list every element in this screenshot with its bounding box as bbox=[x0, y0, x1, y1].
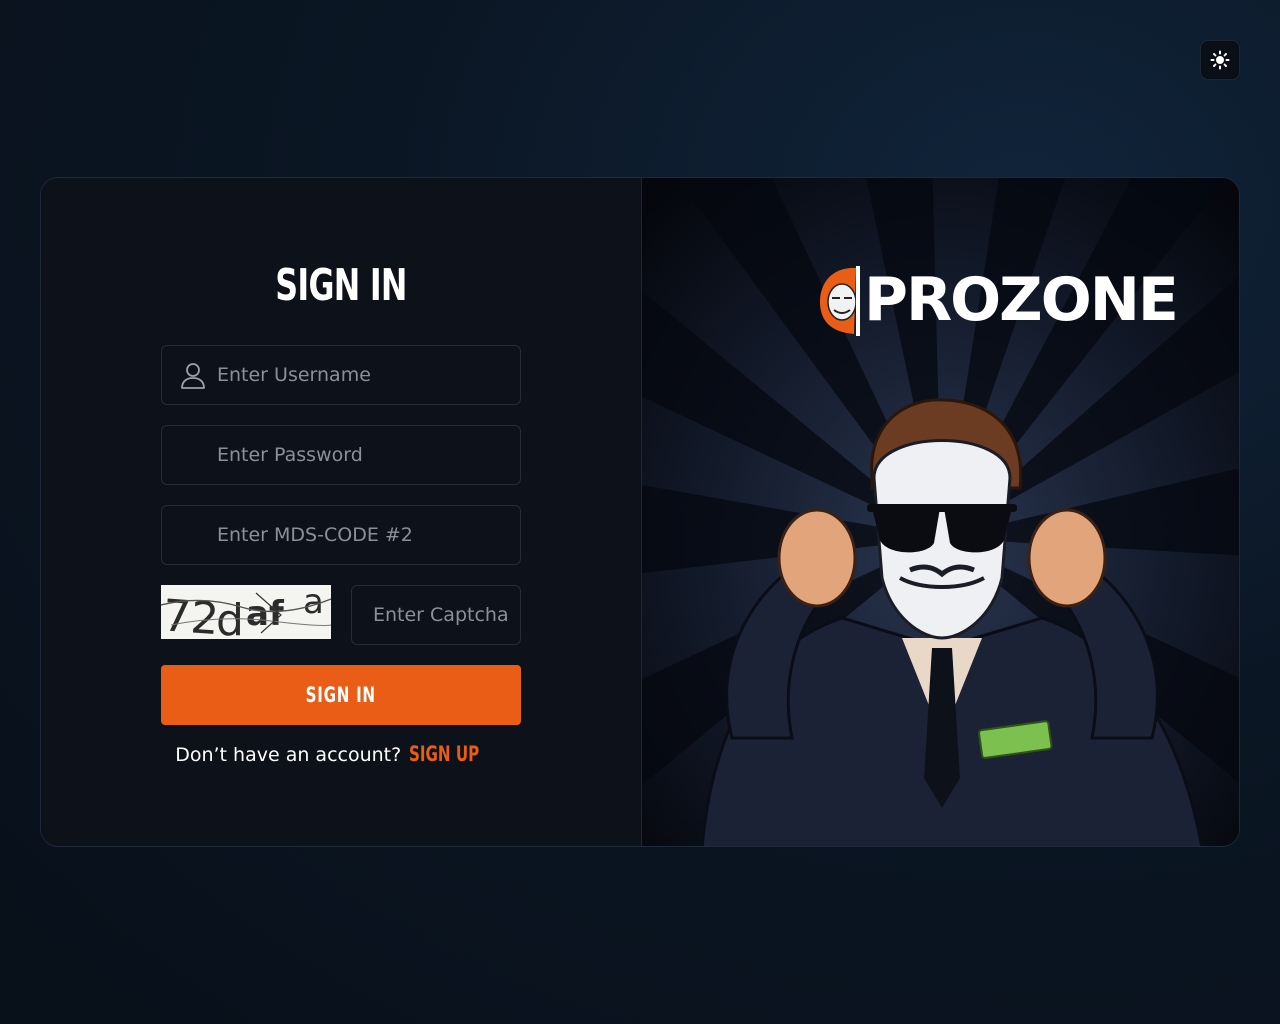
sun-icon bbox=[1210, 50, 1230, 70]
signup-prompt-text: Don’t have an account? bbox=[175, 744, 402, 766]
promo-artwork: PROZONE bbox=[642, 178, 1239, 846]
page-title: SIGN IN bbox=[275, 260, 407, 311]
password-input[interactable] bbox=[162, 426, 520, 484]
mds-code-input[interactable] bbox=[162, 506, 520, 564]
username-field bbox=[161, 345, 521, 405]
brand-logo: PROZONE bbox=[818, 262, 1179, 338]
captcha-input[interactable] bbox=[352, 586, 520, 644]
signup-link[interactable]: SIGN UP bbox=[409, 742, 479, 766]
signin-form: SIGN IN 72 d af a bbox=[41, 178, 642, 846]
mds-code-field bbox=[161, 505, 521, 565]
username-input[interactable] bbox=[162, 346, 520, 404]
theme-toggle-button[interactable] bbox=[1200, 40, 1240, 80]
login-card: SIGN IN 72 d af a bbox=[40, 177, 1240, 847]
captcha-field bbox=[351, 585, 521, 645]
brand-name: PROZONE bbox=[864, 265, 1179, 335]
signin-button[interactable]: SIGN IN bbox=[161, 665, 521, 725]
password-field bbox=[161, 425, 521, 485]
svg-text:72: 72 bbox=[161, 590, 220, 639]
user-icon bbox=[181, 363, 205, 389]
mask-logo-icon bbox=[820, 266, 860, 336]
captcha-image: 72 d af a bbox=[161, 585, 331, 639]
signup-prompt: Don’t have an account? SIGN UP bbox=[41, 742, 641, 766]
